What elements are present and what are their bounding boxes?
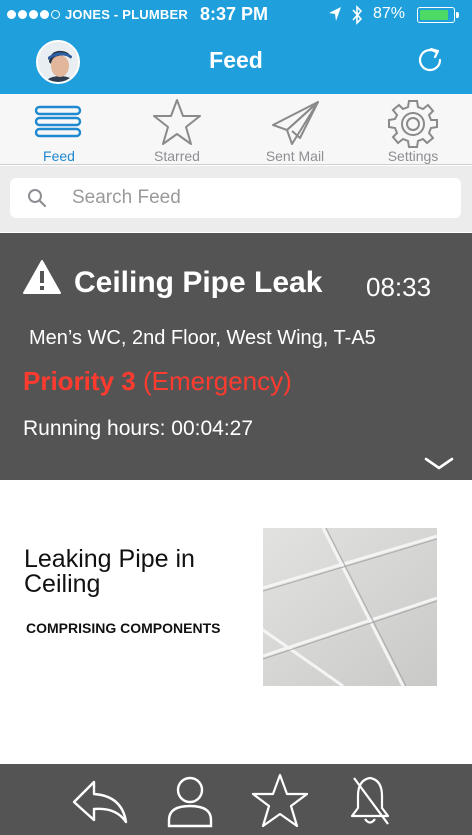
alert-card[interactable]: Ceiling Pipe Leak 08:33 Men’s WC, 2nd Fl… (0, 233, 472, 480)
bottom-toolbar (0, 764, 472, 835)
list-icon (34, 105, 82, 138)
back-button[interactable] (70, 772, 130, 830)
ceiling-tile-icon (263, 528, 437, 686)
battery-percent: 87% (373, 5, 406, 22)
alert-title: Ceiling Pipe Leak (74, 266, 323, 299)
star-icon (251, 773, 309, 828)
assign-user-button[interactable] (160, 772, 220, 830)
bluetooth-icon (352, 5, 363, 25)
tab-label: Starred (154, 148, 200, 164)
ceiling-tile-image[interactable] (263, 528, 437, 686)
tab-label: Settings (387, 148, 439, 164)
status-bar: JONES - PLUMBER 8:37 PM 87% (0, 0, 472, 30)
tab-sent-mail[interactable]: Sent Mail (236, 94, 354, 165)
battery-level-fill (420, 10, 448, 20)
search-box[interactable] (10, 178, 461, 218)
star-icon (153, 99, 201, 145)
priority-label: (Emergency) (142, 366, 292, 396)
gear-icon (388, 100, 438, 148)
tab-starred[interactable]: Starred (118, 94, 236, 165)
running-hours: Running hours: 00:04:27 (23, 417, 253, 441)
running-hours-value: 00:04:27 (171, 417, 254, 440)
star-button[interactable] (250, 772, 310, 830)
tab-label: Feed (43, 148, 75, 164)
person-icon (167, 776, 213, 828)
detail-title: Leaking Pipe in Ceiling (24, 545, 195, 598)
chevron-down-icon[interactable] (424, 457, 454, 471)
signal-strength-icon (7, 10, 60, 19)
back-arrow-icon (72, 780, 128, 824)
detail-subtitle: COMPRISING COMPONENTS (26, 620, 221, 636)
tab-settings[interactable]: Settings (354, 94, 472, 165)
battery-tip (456, 12, 459, 18)
detail-section: Leaking Pipe in Ceiling COMPRISING COMPO… (0, 480, 472, 764)
tab-feed[interactable]: Feed (0, 94, 118, 165)
carrier-name: JONES - PLUMBER (65, 7, 188, 22)
alert-location: Men’s WC, 2nd Floor, West Wing, T-A5 (29, 327, 376, 349)
status-time: 8:37 PM (200, 4, 269, 24)
page-title: Feed (209, 47, 263, 73)
battery-icon (417, 7, 455, 23)
search-input[interactable] (72, 182, 442, 214)
alert-priority: Priority 3 (Emergency) (23, 366, 292, 397)
warning-icon (23, 260, 61, 294)
running-hours-label: Running hours: (23, 417, 166, 440)
app-header: JONES - PLUMBER 8:37 PM 87% Feed (0, 0, 472, 94)
mute-notifications-button[interactable] (340, 772, 400, 830)
priority-level: Priority 3 (23, 366, 136, 396)
bell-off-icon (350, 776, 390, 825)
tab-bar: Feed Starred Sent Mail Settings (0, 94, 472, 165)
location-arrow-icon (329, 7, 341, 21)
paper-plane-icon (272, 101, 319, 145)
alert-time: 08:33 (366, 272, 432, 302)
refresh-icon[interactable] (414, 44, 446, 76)
search-icon (28, 189, 47, 208)
tab-label: Sent Mail (265, 148, 325, 164)
search-bar (0, 166, 472, 232)
